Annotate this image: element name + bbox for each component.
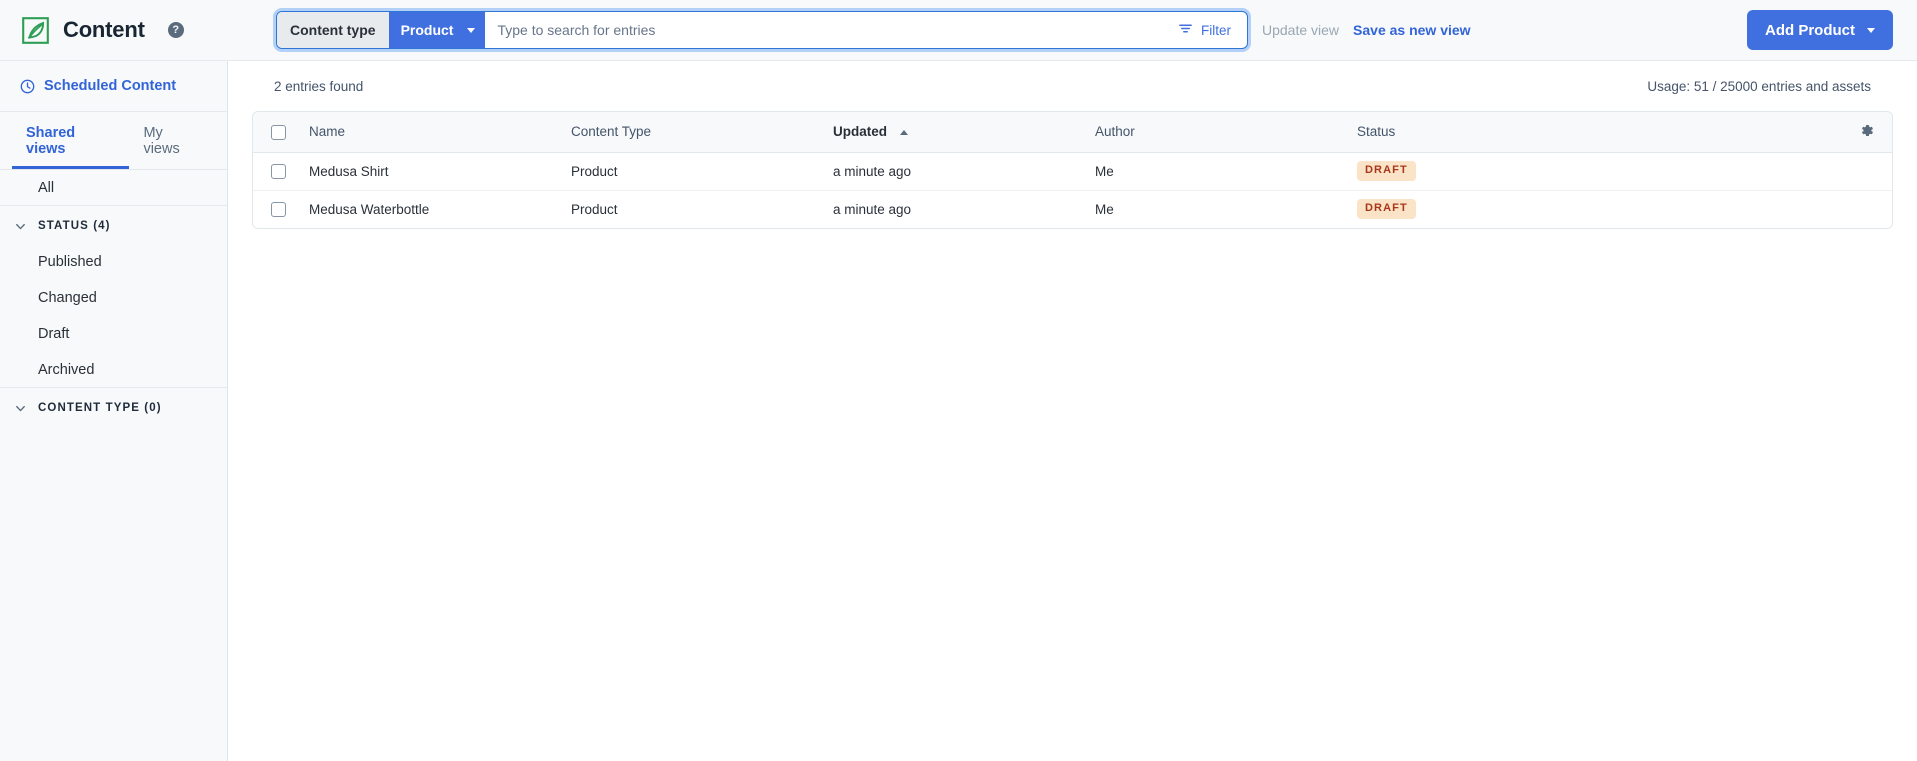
tab-shared-views-label: Shared views xyxy=(26,124,76,157)
row-author-cell: Me xyxy=(1095,201,1114,217)
entries-found-text: 2 entries found xyxy=(274,78,364,94)
row-updated-cell: a minute ago xyxy=(833,201,912,217)
sidebar-group-content-type-header[interactable]: CONTENT TYPE (0) xyxy=(0,390,227,426)
row-updated-cell: a minute ago xyxy=(825,152,1087,191)
sidebar-item-all-label: All xyxy=(38,179,55,196)
row-name-cell[interactable]: Medusa Shirt xyxy=(301,152,563,191)
gear-icon[interactable] xyxy=(1859,123,1874,138)
content-type-select[interactable]: Product xyxy=(388,12,486,48)
clock-icon xyxy=(20,79,35,94)
sidebar-tabs: Shared views My views xyxy=(0,112,227,170)
entries-table: Name Content Type Updated Author Status … xyxy=(253,112,1892,228)
sidebar-item-archived-label: Archived xyxy=(38,361,95,378)
tab-my-views[interactable]: My views xyxy=(129,112,215,169)
page-title: Content xyxy=(63,17,145,42)
search-bar[interactable]: Content type Product Filter xyxy=(276,11,1248,49)
column-header-author[interactable]: Author xyxy=(1087,112,1349,153)
column-settings-header[interactable] xyxy=(1840,112,1892,153)
main-content: 2 entries found Usage: 51 / 25000 entrie… xyxy=(228,61,1917,761)
checkbox-unchecked-icon[interactable] xyxy=(271,202,286,218)
filter-button[interactable]: Filter xyxy=(1170,12,1247,48)
sort-ascending-caret-icon xyxy=(899,130,908,136)
content-type-value: Product xyxy=(400,22,454,38)
sidebar-item-scheduled-content[interactable]: Scheduled Content xyxy=(0,61,227,112)
sidebar-group-status: STATUS (4) Published Changed Draft Archi… xyxy=(0,206,227,388)
row-name-cell[interactable]: Medusa Waterbottle xyxy=(301,190,563,228)
brand-area: Content ? xyxy=(22,16,280,44)
select-all-header xyxy=(253,112,301,153)
row-status-cell: DRAFT xyxy=(1349,152,1840,191)
sidebar-group-status-label: STATUS (4) xyxy=(38,220,111,232)
content-app: Content ? Content type Product Filter xyxy=(0,0,1917,761)
search-input[interactable] xyxy=(485,12,1170,48)
table-header-row: Name Content Type Updated Author Status xyxy=(253,112,1892,153)
entries-table-body: Medusa Shirt Product a minute ago Me DRA… xyxy=(253,152,1892,228)
column-header-status-label: Status xyxy=(1357,124,1396,140)
table-row[interactable]: Medusa Shirt Product a minute ago Me DRA… xyxy=(253,152,1892,191)
status-badge: DRAFT xyxy=(1357,161,1416,181)
app-body: Scheduled Content Shared views My views … xyxy=(0,61,1917,761)
sidebar-group-content-type: CONTENT TYPE (0) xyxy=(0,388,227,426)
scheduled-content-label: Scheduled Content xyxy=(44,78,177,94)
sidebar-item-draft[interactable]: Draft xyxy=(0,316,227,352)
column-header-content-type-label: Content Type xyxy=(571,124,652,140)
content-type-label: Content type xyxy=(277,12,389,48)
add-product-label: Add Product xyxy=(1765,21,1855,39)
top-header: Content ? Content type Product Filter xyxy=(0,0,1917,61)
sidebar: Scheduled Content Shared views My views … xyxy=(0,61,228,761)
column-header-name-label: Name xyxy=(309,124,346,140)
entries-table-card: Name Content Type Updated Author Status … xyxy=(252,111,1893,229)
results-meta: 2 entries found Usage: 51 / 25000 entrie… xyxy=(252,61,1893,111)
row-content-type-cell: Product xyxy=(571,201,618,217)
row-actions-cell xyxy=(1840,190,1892,228)
chevron-down-icon xyxy=(14,402,27,415)
column-header-content-type[interactable]: Content Type xyxy=(563,112,825,153)
table-row[interactable]: Medusa Waterbottle Product a minute ago … xyxy=(253,190,1892,228)
sidebar-item-published[interactable]: Published xyxy=(0,244,227,280)
column-header-author-label: Author xyxy=(1095,124,1135,140)
sidebar-item-published-label: Published xyxy=(38,254,102,270)
checkbox-unchecked-icon[interactable] xyxy=(271,163,286,179)
row-status-cell: DRAFT xyxy=(1349,190,1840,228)
column-header-updated[interactable]: Updated xyxy=(825,112,1087,153)
chevron-down-icon xyxy=(1867,27,1875,33)
tab-my-views-label: My views xyxy=(143,124,180,157)
save-as-new-view-button[interactable]: Save as new view xyxy=(1353,22,1471,38)
filter-funnel-icon xyxy=(1178,21,1193,39)
row-select-cell xyxy=(253,190,301,228)
usage-text: Usage: 51 / 25000 entries and assets xyxy=(1647,78,1871,94)
sidebar-item-changed[interactable]: Changed xyxy=(0,280,227,316)
sidebar-item-draft-label: Draft xyxy=(38,326,70,342)
row-content-type-cell: Product xyxy=(563,152,825,191)
view-actions: Update view Save as new view xyxy=(1262,22,1471,38)
column-header-status[interactable]: Status xyxy=(1349,112,1840,153)
sidebar-item-all[interactable]: All xyxy=(0,170,227,206)
checkbox-unchecked-icon[interactable] xyxy=(271,124,286,140)
contentful-leaf-logo-icon xyxy=(22,16,49,44)
column-header-updated-label: Updated xyxy=(833,124,887,140)
add-product-button[interactable]: Add Product xyxy=(1747,10,1893,50)
sidebar-item-archived[interactable]: Archived xyxy=(0,352,227,388)
chevron-down-icon xyxy=(14,220,27,233)
row-author-cell: Me xyxy=(1087,152,1349,191)
entries-table-head: Name Content Type Updated Author Status xyxy=(253,112,1892,153)
update-view-button[interactable]: Update view xyxy=(1262,22,1339,38)
sidebar-item-changed-label: Changed xyxy=(38,290,97,306)
column-header-name[interactable]: Name xyxy=(301,112,563,153)
sidebar-group-content-type-label: CONTENT TYPE (0) xyxy=(38,402,162,414)
row-actions-cell xyxy=(1840,152,1892,191)
chevron-down-icon xyxy=(467,27,476,33)
filter-label: Filter xyxy=(1201,22,1231,38)
tab-shared-views[interactable]: Shared views xyxy=(12,112,130,169)
question-mark-help-icon[interactable]: ? xyxy=(167,22,184,38)
row-select-cell xyxy=(253,152,301,191)
sidebar-group-status-header[interactable]: STATUS (4) xyxy=(0,208,227,244)
status-badge: DRAFT xyxy=(1357,199,1416,220)
